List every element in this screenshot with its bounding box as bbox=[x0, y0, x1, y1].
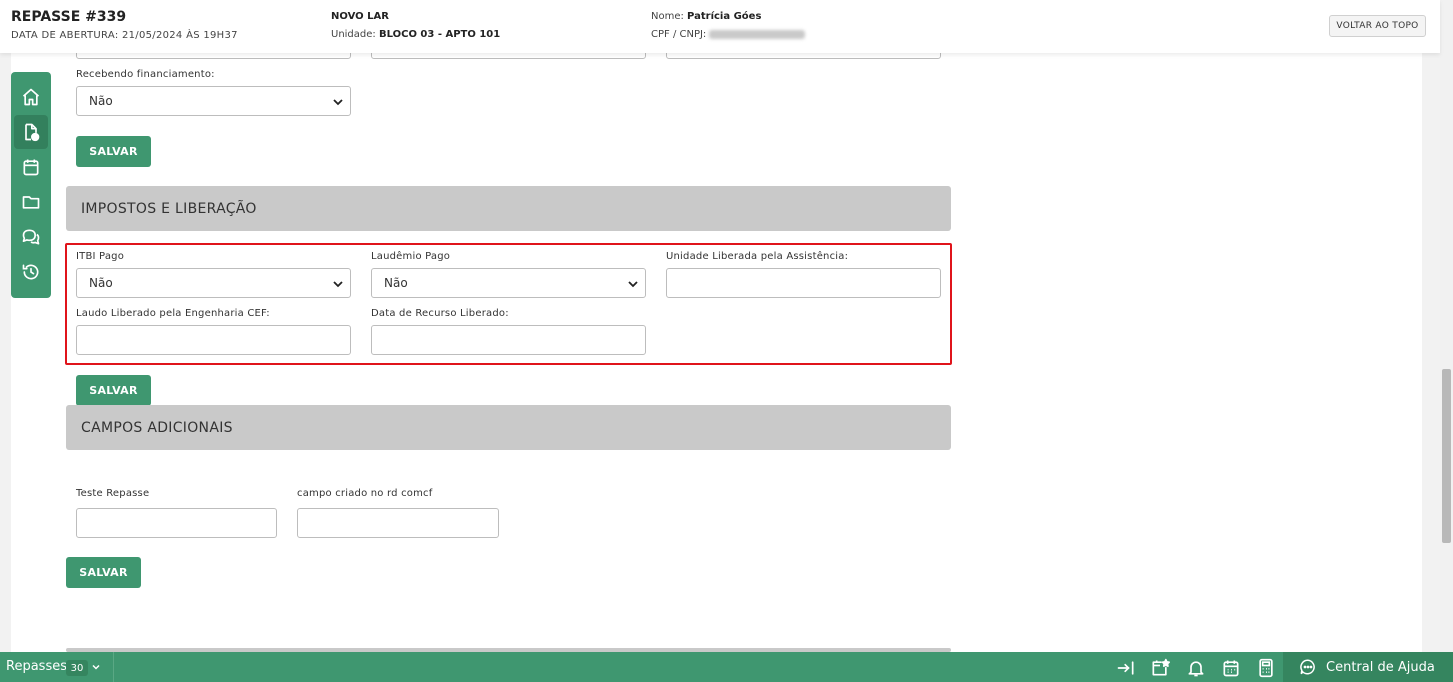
laudemio-select[interactable]: Não bbox=[371, 268, 646, 298]
help-center-button[interactable]: Central de Ajuda bbox=[1283, 652, 1453, 682]
chevron-down-icon bbox=[333, 281, 343, 288]
repasses-count-badge: 30 bbox=[66, 660, 88, 676]
financing-save-button[interactable]: SALVAR bbox=[76, 136, 151, 167]
chevron-down-icon bbox=[333, 99, 343, 106]
section-taxes-header[interactable]: IMPOSTOS E LIBERAÇÃO bbox=[66, 186, 951, 231]
unit-info: Unidade: BLOCO 03 - APTO 101 bbox=[331, 29, 500, 40]
sidebar bbox=[11, 72, 51, 298]
scrollbar-track[interactable] bbox=[1440, 0, 1453, 652]
back-to-top-button[interactable]: VOLTAR AO TOPO bbox=[1329, 15, 1426, 37]
field2-input[interactable] bbox=[297, 508, 499, 538]
project-name: NOVO LAR bbox=[331, 11, 389, 22]
page-title: REPASSE #339 bbox=[11, 9, 127, 25]
laudo-label: Laudo Liberado pela Engenharia CEF: bbox=[76, 308, 270, 319]
footer-bar: Repasses 30 Central de Ajuda bbox=[0, 652, 1453, 682]
itbi-label: ITBI Pago bbox=[76, 251, 125, 262]
sidebar-item-document[interactable] bbox=[14, 115, 48, 149]
sidebar-item-folder[interactable] bbox=[14, 185, 48, 219]
client-name: Nome: Patrícia Góes bbox=[651, 11, 761, 22]
calendar-icon[interactable] bbox=[1221, 658, 1241, 678]
sidebar-item-home[interactable] bbox=[14, 80, 48, 114]
laudemio-label: Laudêmio Pago bbox=[371, 251, 451, 262]
unit-released-label: Unidade Liberada pela Assistência: bbox=[666, 251, 849, 262]
cpf-value-redacted bbox=[709, 29, 806, 39]
resource-date-label: Data de Recurso Liberado: bbox=[371, 308, 509, 319]
scrollbar-thumb[interactable] bbox=[1442, 369, 1451, 543]
financing-label: Recebendo financiamento: bbox=[76, 69, 215, 80]
field1-input[interactable] bbox=[76, 508, 277, 538]
folder-icon bbox=[22, 196, 40, 209]
financing-select[interactable]: Não bbox=[76, 86, 351, 116]
unit-value: BLOCO 03 - APTO 101 bbox=[378, 29, 501, 40]
calendar-icon bbox=[23, 159, 39, 176]
document-icon bbox=[25, 123, 40, 142]
chevron-down-icon bbox=[628, 281, 638, 288]
resource-date-field[interactable] bbox=[371, 325, 646, 355]
section-additional-header[interactable]: CAMPOS ADICIONAIS bbox=[66, 405, 951, 450]
page-header: REPASSE #339 DATA DE ABERTURA: 21/05/202… bbox=[0, 0, 1440, 53]
open-date: DATA DE ABERTURA: 21/05/2024 ÀS 19H37 bbox=[11, 30, 238, 41]
additional-save-button[interactable]: SALVAR bbox=[66, 557, 141, 588]
laudo-field[interactable] bbox=[76, 325, 351, 355]
financing-value: Não bbox=[89, 94, 113, 108]
itbi-select[interactable]: Não bbox=[76, 268, 351, 298]
sidebar-item-chat[interactable] bbox=[14, 220, 48, 254]
chat-bubble-icon bbox=[1300, 659, 1315, 675]
sidebar-item-history[interactable] bbox=[14, 255, 48, 289]
calendar-star-icon[interactable] bbox=[1150, 658, 1170, 678]
taxes-save-button[interactable]: SALVAR bbox=[76, 375, 151, 406]
field2-label: campo criado no rd comcf bbox=[297, 488, 433, 499]
help-center-label: Central de Ajuda bbox=[1326, 659, 1435, 675]
history-icon bbox=[22, 264, 39, 280]
name-value: Patrícia Góes bbox=[687, 11, 762, 22]
chevron-down-icon[interactable] bbox=[91, 662, 101, 672]
footer-divider bbox=[113, 652, 114, 682]
bell-icon[interactable] bbox=[1186, 658, 1206, 678]
collapse-right-icon[interactable] bbox=[1116, 658, 1136, 678]
sidebar-item-calendar[interactable] bbox=[14, 150, 48, 184]
unit-label: Unidade: bbox=[331, 29, 379, 40]
repasses-label[interactable]: Repasses bbox=[6, 659, 67, 674]
field1-label: Teste Repasse bbox=[76, 488, 150, 499]
client-cpf: CPF / CNPJ: bbox=[651, 29, 806, 40]
calculator-icon[interactable] bbox=[1256, 658, 1276, 678]
itbi-value: Não bbox=[89, 276, 113, 290]
name-label: Nome: bbox=[651, 11, 688, 22]
cpf-label: CPF / CNPJ: bbox=[651, 29, 710, 40]
home-icon bbox=[22, 88, 40, 106]
unit-released-field[interactable] bbox=[666, 268, 941, 298]
laudemio-value: Não bbox=[384, 276, 408, 290]
chat-icon bbox=[22, 229, 40, 245]
